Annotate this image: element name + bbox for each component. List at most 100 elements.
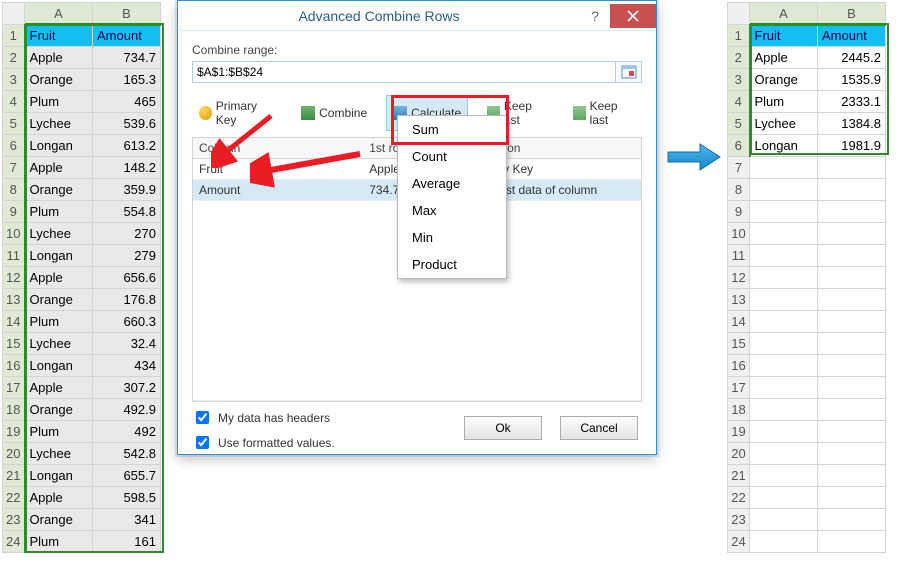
table-row[interactable]: 3Orange1535.9 <box>728 69 886 91</box>
row-header[interactable]: 22 <box>728 487 750 509</box>
table-row[interactable]: 2Apple734.7 <box>3 47 161 69</box>
cell-empty[interactable] <box>818 531 886 553</box>
row-header[interactable]: 6 <box>728 135 750 157</box>
header-fruit[interactable]: Fruit <box>25 25 93 47</box>
table-row[interactable]: 5Lychee539.6 <box>3 113 161 135</box>
select-all-corner[interactable] <box>728 3 750 25</box>
cell-amount[interactable]: 655.7 <box>93 465 161 487</box>
table-row[interactable]: 7 <box>728 157 886 179</box>
row-header[interactable]: 15 <box>728 333 750 355</box>
row-header[interactable]: 4 <box>728 91 750 113</box>
cell-fruit[interactable]: Longan <box>750 135 818 157</box>
cell-fruit[interactable]: Apple <box>750 47 818 69</box>
cell-empty[interactable] <box>750 333 818 355</box>
row-header[interactable]: 20 <box>3 443 25 465</box>
table-row[interactable]: 11Longan279 <box>3 245 161 267</box>
close-icon[interactable] <box>610 4 656 28</box>
cell-fruit[interactable]: Plum <box>25 531 93 553</box>
cell-amount[interactable]: 148.2 <box>93 157 161 179</box>
cell-amount[interactable]: 598.5 <box>93 487 161 509</box>
table-row[interactable]: 24Plum161 <box>3 531 161 553</box>
row-header[interactable]: 3 <box>728 69 750 91</box>
cell-fruit[interactable]: Orange <box>25 399 93 421</box>
cell-fruit[interactable]: Longan <box>25 135 93 157</box>
cell-fruit[interactable]: Apple <box>25 267 93 289</box>
table-row[interactable]: 14 <box>728 311 886 333</box>
cell-fruit[interactable]: Orange <box>25 289 93 311</box>
table-row[interactable]: 13 <box>728 289 886 311</box>
combine-button[interactable]: Combine <box>294 95 374 131</box>
cell-empty[interactable] <box>750 421 818 443</box>
cancel-button[interactable]: Cancel <box>560 416 638 440</box>
cell-amount[interactable]: 341 <box>93 509 161 531</box>
table-row[interactable]: 22Apple598.5 <box>3 487 161 509</box>
table-row[interactable]: 5Lychee1384.8 <box>728 113 886 135</box>
table-row[interactable]: 9Plum554.8 <box>3 201 161 223</box>
header-amount[interactable]: Amount <box>818 25 886 47</box>
row-header[interactable]: 14 <box>3 311 25 333</box>
table-row[interactable]: 18Orange492.9 <box>3 399 161 421</box>
header-fruit[interactable]: Fruit <box>750 25 818 47</box>
cell-fruit[interactable]: Plum <box>25 311 93 333</box>
table-row[interactable]: 23Orange341 <box>3 509 161 531</box>
table-row[interactable]: 17 <box>728 377 886 399</box>
headers-checkbox[interactable] <box>196 411 209 424</box>
cell-empty[interactable] <box>750 267 818 289</box>
table-row[interactable]: 8 <box>728 179 886 201</box>
cell-empty[interactable] <box>750 245 818 267</box>
table-row[interactable]: 6Longan1981.9 <box>728 135 886 157</box>
table-row[interactable]: 16 <box>728 355 886 377</box>
table-row[interactable]: 20Lychee542.8 <box>3 443 161 465</box>
cell-fruit[interactable]: Apple <box>25 377 93 399</box>
row-header[interactable]: 11 <box>3 245 25 267</box>
cell-amount[interactable]: 434 <box>93 355 161 377</box>
table-row[interactable]: 4Plum2333.1 <box>728 91 886 113</box>
row-header[interactable]: 16 <box>3 355 25 377</box>
row-header[interactable]: 15 <box>3 333 25 355</box>
cell-fruit[interactable]: Plum <box>25 91 93 113</box>
cell-amount[interactable]: 307.2 <box>93 377 161 399</box>
opt-min[interactable]: Min <box>398 224 506 251</box>
cell-fruit[interactable]: Orange <box>25 179 93 201</box>
cell-empty[interactable] <box>818 311 886 333</box>
table-row[interactable]: 19 <box>728 421 886 443</box>
row-header[interactable]: 18 <box>3 399 25 421</box>
row-header[interactable]: 12 <box>3 267 25 289</box>
cell-fruit[interactable]: Apple <box>25 487 93 509</box>
cell-empty[interactable] <box>818 245 886 267</box>
cell-amount[interactable]: 279 <box>93 245 161 267</box>
table-row[interactable]: 6Longan613.2 <box>3 135 161 157</box>
row-header[interactable]: 23 <box>728 509 750 531</box>
cell-empty[interactable] <box>818 179 886 201</box>
cell-empty[interactable] <box>750 223 818 245</box>
cell-amount[interactable]: 1981.9 <box>818 135 886 157</box>
row-header[interactable]: 16 <box>728 355 750 377</box>
row-header[interactable]: 10 <box>728 223 750 245</box>
row-header[interactable]: 8 <box>728 179 750 201</box>
cell-amount[interactable]: 492.9 <box>93 399 161 421</box>
row-header[interactable]: 13 <box>728 289 750 311</box>
cell-fruit[interactable]: Orange <box>25 509 93 531</box>
cell-amount[interactable]: 165.3 <box>93 69 161 91</box>
left-spreadsheet[interactable]: A B 1 Fruit Amount 2Apple734.73Orange165… <box>2 2 161 553</box>
row-header[interactable]: 14 <box>728 311 750 333</box>
cell-empty[interactable] <box>750 289 818 311</box>
cell-empty[interactable] <box>818 157 886 179</box>
cell-empty[interactable] <box>750 377 818 399</box>
cell-empty[interactable] <box>750 487 818 509</box>
cell-fruit[interactable]: Longan <box>25 245 93 267</box>
row-header[interactable]: 20 <box>728 443 750 465</box>
col-header-b[interactable]: B <box>818 3 886 25</box>
combine-range-input[interactable] <box>192 61 616 83</box>
row-header[interactable]: 1 <box>3 25 25 47</box>
row-header[interactable]: 2 <box>728 47 750 69</box>
row-header[interactable]: 3 <box>3 69 25 91</box>
row-header[interactable]: 22 <box>3 487 25 509</box>
range-picker-icon[interactable] <box>616 61 642 83</box>
cell-amount[interactable]: 734.7 <box>93 47 161 69</box>
table-row[interactable]: 18 <box>728 399 886 421</box>
col-header-a[interactable]: A <box>25 3 93 25</box>
cell-empty[interactable] <box>818 443 886 465</box>
cell-fruit[interactable]: Orange <box>750 69 818 91</box>
table-row[interactable]: 22 <box>728 487 886 509</box>
